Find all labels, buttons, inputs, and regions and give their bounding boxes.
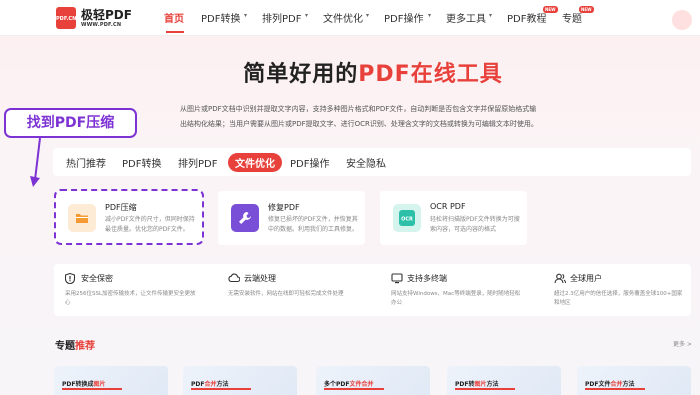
tab-file-optimize[interactable]: 文件优化 xyxy=(228,153,282,172)
topic-card[interactable]: PDF文件合并方法 xyxy=(577,366,691,395)
nav-more-tools[interactable]: 更多工具 xyxy=(446,10,486,25)
tool-desc: 修复已损坏的PDF文件，并恢复其中的数据。利用我们的工具修复。 xyxy=(268,216,359,233)
topic-accent-bar xyxy=(324,388,384,390)
nav-active-indicator xyxy=(166,31,184,33)
topic-card[interactable]: 多个PDF文件合并 xyxy=(316,366,430,395)
topic-card[interactable]: PDF转换成图片 xyxy=(54,366,168,395)
users-icon xyxy=(554,273,566,287)
tool-desc: 轻松将扫描版PDF文件转换为可搜索内容，可选内容的格式 xyxy=(430,216,520,233)
tab-hot[interactable]: 热门推荐 xyxy=(66,155,106,170)
nav-topics[interactable]: 专题 xyxy=(562,10,582,25)
tool-name: OCR PDF xyxy=(430,202,466,211)
nav-arrange-pdf[interactable]: 排列PDF xyxy=(262,10,301,25)
topic-accent-bar xyxy=(62,388,122,390)
shield-icon xyxy=(64,272,76,287)
feature-desc: 网站支持Windows、Mac等终端登录，随时随地轻松办公 xyxy=(391,291,521,306)
callout-label: 找到PDF压缩 xyxy=(4,108,137,138)
logo-text: PDF.CN xyxy=(56,16,77,22)
brand-name[interactable]: 极轻PDF xyxy=(81,6,132,23)
avatar[interactable] xyxy=(672,10,692,30)
wrench-icon xyxy=(239,212,251,224)
tool-icon-bg xyxy=(231,204,259,232)
new-badge: NEW xyxy=(543,6,558,13)
topics-title-accent: 推荐 xyxy=(75,341,95,352)
feature-title: 全球用户 xyxy=(570,274,602,283)
feature-desc: 无需安装软件，网站在线即可轻松完成文件处理 xyxy=(228,291,344,297)
nav-pdf-operate[interactable]: PDF操作 xyxy=(384,10,423,25)
hero-title-main: 简单好用的 xyxy=(243,62,359,87)
topic-label: PDF转图片方法 xyxy=(455,381,499,388)
chevron-down-icon: ▾ xyxy=(305,12,309,19)
brand-url: WWW.PDF.CN xyxy=(81,22,122,28)
topic-accent-bar xyxy=(585,388,645,390)
nav-pdf-convert[interactable]: PDF转换 xyxy=(201,10,240,25)
hero-desc-line: 从图片或PDF文档中识别并提取文字内容，支持多种图片格式和PDF文件，自动判断是… xyxy=(180,105,537,113)
tab-security[interactable]: 安全隐私 xyxy=(346,155,386,170)
new-badge: NEW xyxy=(579,6,594,13)
nav-pdf-tutorial[interactable]: PDF教程 xyxy=(507,10,546,25)
tool-icon-bg: OCR xyxy=(393,204,421,232)
tool-card-ocr[interactable]: OCR OCR PDF 轻松将扫描版PDF文件转换为可搜索内容，可选内容的格式 xyxy=(380,191,527,245)
tool-name: 修复PDF xyxy=(268,203,300,212)
feature-desc: 超过2.3亿用户的信任选择，服务覆盖全球100+国家和地区 xyxy=(554,291,683,306)
topic-label: 多个PDF文件合并 xyxy=(324,381,374,388)
feature-title: 支持多终端 xyxy=(407,274,447,283)
callout-arrow-icon xyxy=(30,137,41,187)
nav-home[interactable]: 首页 xyxy=(164,10,184,25)
highlight-dashed-box xyxy=(54,189,204,245)
top-navbar: PDF.CN 极轻PDF WWW.PDF.CN 首页 PDF转换 ▾ 排列PDF… xyxy=(0,0,700,36)
chevron-down-icon: ▾ xyxy=(428,12,432,19)
ocr-icon: OCR xyxy=(399,210,415,226)
tab-pdf-convert[interactable]: PDF转换 xyxy=(122,155,161,170)
more-link[interactable]: 更多 > xyxy=(673,339,692,348)
feature-title: 安全保密 xyxy=(81,274,113,283)
feature-desc: 采用256位SSL加密传输技术，让文件传输更安全更放心 xyxy=(65,291,196,306)
chevron-down-icon: ▾ xyxy=(244,12,248,19)
monitor-icon xyxy=(391,273,403,287)
topics-title-main: 专题 xyxy=(55,341,75,352)
hero-desc-line: 出结构化结果；当用户需要从图片或PDF提取文字、进行OCR识别、处理含文字的文档… xyxy=(180,120,538,128)
cloud-icon xyxy=(228,273,241,286)
feature-title: 云端处理 xyxy=(244,274,276,283)
tab-pdf-operate[interactable]: PDF操作 xyxy=(290,155,329,170)
topic-label: PDF合并方法 xyxy=(191,381,229,388)
chevron-down-icon: ▾ xyxy=(489,12,493,19)
topic-label: PDF转换成图片 xyxy=(62,381,106,388)
topic-card[interactable]: PDF转图片方法 xyxy=(447,366,561,395)
hero-title: 简单好用的PDF在线工具 xyxy=(0,56,700,88)
svg-text:OCR: OCR xyxy=(401,217,413,223)
logo-icon[interactable]: PDF.CN xyxy=(56,7,76,29)
topic-accent-bar xyxy=(191,388,251,390)
topics-section-title: 专题推荐 xyxy=(55,337,95,352)
nav-file-optimize[interactable]: 文件优化 xyxy=(323,10,363,25)
hero-title-accent: PDF在线工具 xyxy=(358,62,503,87)
tool-card-repair[interactable]: 修复PDF 修复已损坏的PDF文件，并恢复其中的数据。利用我们的工具修复。 xyxy=(218,191,365,245)
topic-label: PDF文件合并方法 xyxy=(585,381,635,388)
topic-accent-bar xyxy=(455,388,515,390)
topic-card[interactable]: PDF合并方法 xyxy=(183,366,297,395)
tab-arrange-pdf[interactable]: 排列PDF xyxy=(178,155,217,170)
hero-description: 从图片或PDF文档中识别并提取文字内容，支持多种图片格式和PDF文件，自动判断是… xyxy=(180,102,570,132)
chevron-down-icon: ▾ xyxy=(366,12,370,19)
